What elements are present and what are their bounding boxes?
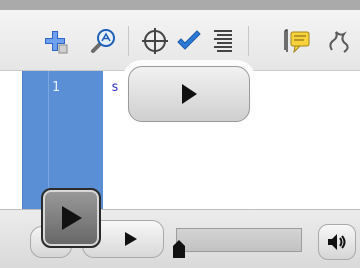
play-icon	[125, 232, 137, 246]
add-icon	[45, 31, 68, 54]
toolbar	[0, 10, 360, 71]
script-button[interactable]	[324, 24, 358, 58]
seek-thumb[interactable]	[173, 240, 185, 258]
add-button[interactable]	[38, 24, 72, 58]
zoom-button[interactable]	[86, 24, 120, 58]
line-number: 1	[52, 80, 60, 95]
check-button[interactable]	[172, 24, 206, 58]
toolbar-separator	[128, 26, 129, 56]
comment-icon	[284, 29, 310, 54]
toolbar-separator	[248, 26, 249, 56]
crosshair-button[interactable]	[138, 24, 172, 58]
script-icon	[329, 31, 349, 53]
align-text-icon	[214, 30, 232, 52]
play-icon	[182, 84, 197, 104]
crosshair-icon	[142, 28, 168, 54]
volume-button[interactable]	[318, 224, 356, 260]
align-text-button[interactable]	[206, 24, 240, 58]
check-icon	[177, 30, 201, 50]
zoom-icon	[91, 29, 115, 53]
app-window: 1 s	[0, 0, 360, 268]
volume-icon	[328, 234, 346, 250]
code-line[interactable]: s	[111, 80, 119, 95]
big-play-button[interactable]	[41, 188, 101, 248]
play-icon	[62, 206, 82, 230]
comment-button[interactable]	[280, 24, 314, 58]
window-top-edge	[0, 0, 360, 10]
floating-play-button[interactable]	[128, 66, 250, 122]
seek-bar[interactable]	[176, 228, 302, 252]
